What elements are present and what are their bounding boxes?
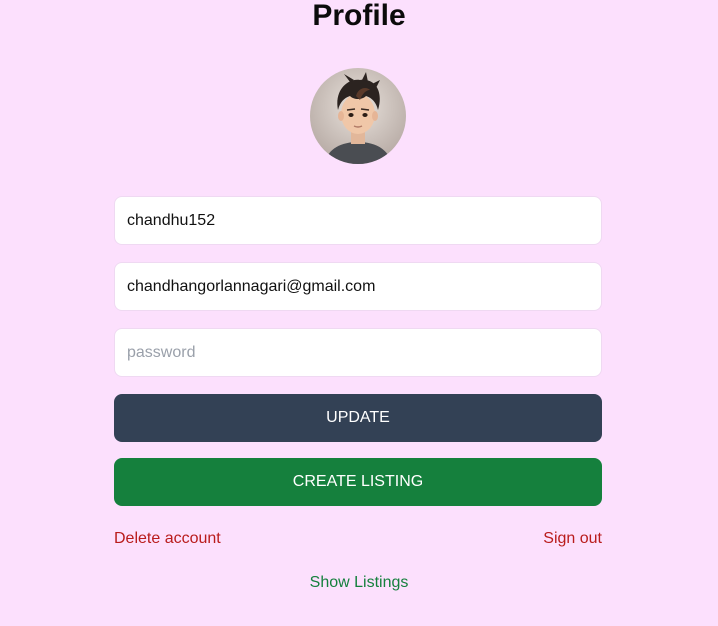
avatar[interactable]: [310, 68, 406, 164]
avatar-image: [310, 68, 406, 164]
email-field[interactable]: [114, 262, 602, 311]
update-button[interactable]: UPDATE: [114, 394, 602, 442]
password-field[interactable]: [114, 328, 602, 377]
page-title: Profile: [312, 0, 406, 32]
delete-account-link[interactable]: Delete account: [114, 529, 221, 549]
show-listings-link[interactable]: Show Listings: [0, 573, 718, 593]
profile-page: Profile chandhu152 chandhangorlannagari@…: [0, 0, 718, 626]
username-field[interactable]: [114, 196, 602, 245]
create-listing-button[interactable]: CREATE LISTING: [114, 458, 602, 506]
sign-out-link[interactable]: Sign out: [543, 529, 602, 549]
